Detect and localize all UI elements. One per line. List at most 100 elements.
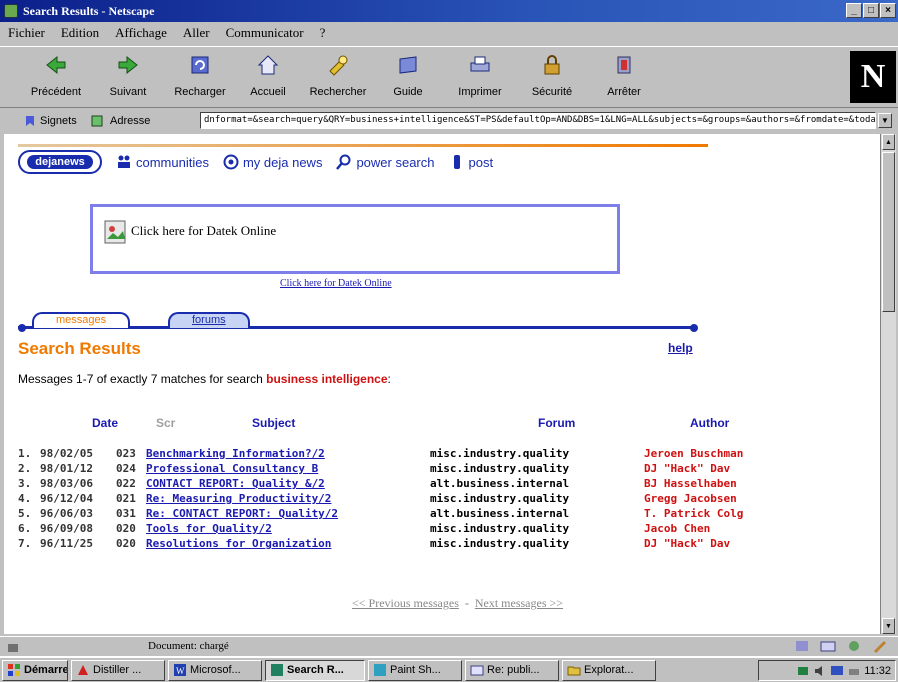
volume-tray-icon[interactable] (813, 664, 827, 678)
col-subject-header[interactable]: Subject (252, 416, 295, 430)
summary-prefix: Messages 1-7 of exactly 7 matches for se… (18, 372, 263, 386)
row-date: 98/03/06 (40, 477, 93, 490)
discussions-icon[interactable] (846, 639, 862, 653)
reload-button[interactable]: Recharger (168, 51, 232, 98)
search-button[interactable]: Rechercher (306, 51, 370, 98)
previous-messages-link[interactable]: << Previous messages (352, 596, 459, 610)
stop-button[interactable]: Arrêter (592, 51, 656, 98)
stop-icon (617, 56, 631, 74)
display-tray-icon[interactable] (830, 664, 844, 678)
maximize-button[interactable]: □ (863, 3, 879, 18)
padlock-icon (544, 55, 560, 75)
page-proxy-icon[interactable] (90, 114, 104, 128)
row-number: 7. (18, 537, 32, 550)
navigator-icon[interactable] (794, 639, 810, 653)
scroll-up-button[interactable]: ▲ (882, 134, 895, 150)
tab-forums[interactable]: forums (168, 312, 250, 328)
network-tray-icon[interactable] (796, 664, 810, 678)
back-button[interactable]: Précédent (24, 51, 88, 98)
row-date: 98/01/12 (40, 462, 93, 475)
word-icon: W (174, 664, 186, 676)
minimize-button[interactable]: _ (846, 3, 862, 18)
printer-tray-icon[interactable] (847, 664, 861, 678)
row-forum: misc.industry.quality (430, 537, 570, 550)
status-text: Document: chargé (148, 640, 229, 652)
summary-suffix: : (387, 372, 391, 386)
taskbar-item-paintshop[interactable]: Paint Sh... (368, 659, 462, 681)
tab-messages[interactable]: messages (32, 312, 131, 328)
dejanews-nav: dejanews communities my deja news power … (18, 150, 493, 174)
menu-bar: Fichier Edition Affichage Aller Communic… (0, 22, 898, 44)
dejanews-logo[interactable]: dejanews (18, 150, 102, 174)
vertical-scrollbar[interactable]: ▲ ▼ (880, 134, 896, 634)
close-button[interactable]: × (880, 3, 896, 18)
table-row: 3. 98/03/06 022 CONTACT REPORT: Quality … (18, 477, 878, 492)
menu-edition[interactable]: Edition (61, 25, 99, 41)
taskbar-item-label: Search R... (287, 664, 344, 676)
at-sign-icon (223, 154, 239, 170)
row-subject-link[interactable]: Benchmarking Information?/2 (146, 447, 424, 460)
scroll-down-button[interactable]: ▼ (882, 618, 895, 634)
table-row: 7. 96/11/25 020 Resolutions for Organiza… (18, 537, 878, 552)
taskbar-item-distiller[interactable]: Distiller ... (71, 659, 165, 681)
mail-icon[interactable] (820, 639, 836, 653)
home-button[interactable]: Accueil (236, 51, 300, 98)
print-button[interactable]: Imprimer (448, 51, 512, 98)
row-subject-link[interactable]: Tools for Quality/2 (146, 522, 424, 535)
security-button[interactable]: Sécurité (520, 51, 584, 98)
guide-icon (399, 56, 417, 74)
row-subject-link[interactable]: Resolutions for Organization (146, 537, 424, 550)
clock[interactable]: 11:32 (864, 665, 891, 677)
address-input[interactable]: dnformat=&search=query&QRY=business+inte… (200, 112, 876, 129)
menu-communicator[interactable]: Communicator (226, 25, 304, 41)
row-score: 023 (116, 447, 136, 460)
col-date-header[interactable]: Date (92, 416, 118, 430)
menu-affichage[interactable]: Affichage (115, 25, 167, 41)
row-author-link[interactable]: Jacob Chen (644, 522, 882, 535)
row-subject-link[interactable]: CONTACT REPORT: Quality &/2 (146, 477, 424, 490)
row-forum: alt.business.internal (430, 507, 570, 520)
forward-button[interactable]: Suivant (96, 51, 160, 98)
composer-icon[interactable] (872, 639, 888, 653)
ad-text-link[interactable]: Click here for Datek Online (280, 278, 392, 289)
nav-post[interactable]: post (449, 154, 494, 170)
row-author-link[interactable]: Jeroen Buschman (644, 447, 882, 460)
menu-aller[interactable]: Aller (183, 25, 210, 41)
address-dropdown-button[interactable]: ▼ (878, 113, 892, 128)
nav-communities[interactable]: communities (116, 154, 209, 170)
taskbar-item-word[interactable]: W Microsof... (168, 659, 262, 681)
guide-button[interactable]: Guide (376, 51, 440, 98)
ad-banner[interactable]: Click here for Datek Online (90, 204, 620, 274)
row-number: 3. (18, 477, 32, 490)
row-subject-link[interactable]: Re: CONTACT REPORT: Quality/2 (146, 507, 424, 520)
nav-my-deja-news[interactable]: my deja news (223, 154, 322, 170)
row-date: 98/02/05 (40, 447, 93, 460)
nav-power-search[interactable]: power search (336, 154, 435, 170)
bookmarks-label[interactable]: Signets (40, 115, 77, 127)
nav-post-label: post (468, 154, 494, 170)
row-subject-link[interactable]: Professional Consultancy B (146, 462, 424, 475)
row-author-link[interactable]: DJ "Hack" Dav (644, 537, 882, 550)
taskbar-item-explorer[interactable]: Explorat... (562, 659, 656, 681)
col-author-header[interactable]: Author (690, 416, 729, 430)
status-bar: Document: chargé (0, 636, 898, 656)
row-author-link[interactable]: T. Patrick Colg (644, 507, 882, 520)
row-date: 96/06/03 (40, 507, 93, 520)
menu-help[interactable]: ? (320, 25, 326, 41)
row-author-link[interactable]: DJ "Hack" Dav (644, 462, 882, 475)
back-label: Précédent (30, 86, 82, 98)
taskbar-item-search-results[interactable]: Search R... (265, 659, 365, 681)
row-forum: misc.industry.quality (430, 522, 570, 535)
title-bar: Search Results - Netscape _ □ × (0, 0, 898, 22)
svg-text:W: W (176, 666, 185, 676)
row-author-link[interactable]: Gregg Jacobsen (644, 492, 882, 505)
help-link[interactable]: help (668, 341, 693, 355)
menu-fichier[interactable]: Fichier (8, 25, 45, 41)
start-button[interactable]: Démarrer (2, 659, 68, 681)
taskbar-item-mail[interactable]: Re: publi... (465, 659, 559, 681)
col-forum-header[interactable]: Forum (538, 416, 575, 430)
scroll-thumb[interactable] (882, 152, 895, 312)
row-author-link[interactable]: BJ Hasselhaben (644, 477, 882, 490)
next-messages-link[interactable]: Next messages >> (475, 596, 563, 610)
row-subject-link[interactable]: Re: Measuring Productivity/2 (146, 492, 424, 505)
